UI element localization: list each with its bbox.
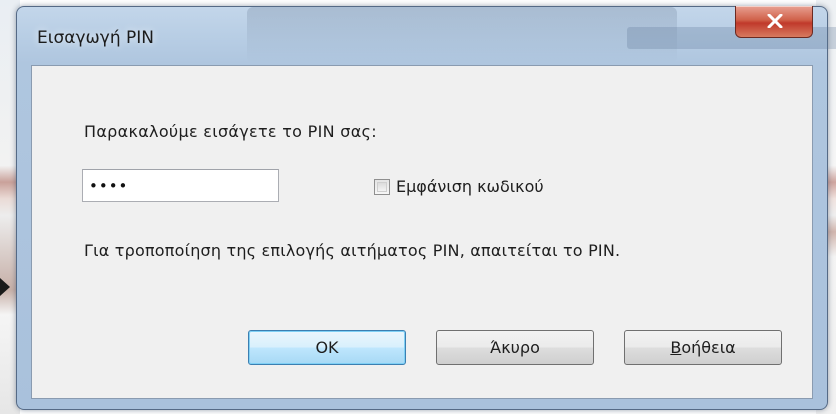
show-password-label: Εμφάνιση κωδικού [396,177,544,196]
pin-dialog: Εισαγωγή PIN Παρακαλούμε εισάγετε το PIN… [16,6,836,410]
pin-prompt-label: Παρακαλούμε εισάγετε το PIN σας: [84,122,377,141]
dialog-client-area: Παρακαλούμε εισάγετε το PIN σας: Εμφάνισ… [31,65,813,399]
pin-info-text: Για τροποποίηση της επιλογής αιτήματος P… [84,241,621,260]
help-button[interactable]: Βοήθεια [624,330,782,365]
pointer-arrow-icon [0,278,10,296]
close-button[interactable] [735,6,813,38]
pin-input[interactable] [82,169,279,202]
dialog-title: Εισαγωγή PIN [37,28,154,48]
ok-button[interactable]: OK [248,330,406,365]
cancel-button[interactable]: Άκυρο [436,330,594,365]
help-button-accesskey: Β [670,338,682,357]
checkbox-icon[interactable] [374,178,390,195]
titlebar-glass [247,7,836,63]
show-password-checkbox[interactable]: Εμφάνιση κωδικού [374,177,544,196]
help-button-label: οήθεια [681,338,736,357]
screen: Εισαγωγή PIN Παρακαλούμε εισάγετε το PIN… [0,0,836,414]
close-icon [767,14,783,28]
